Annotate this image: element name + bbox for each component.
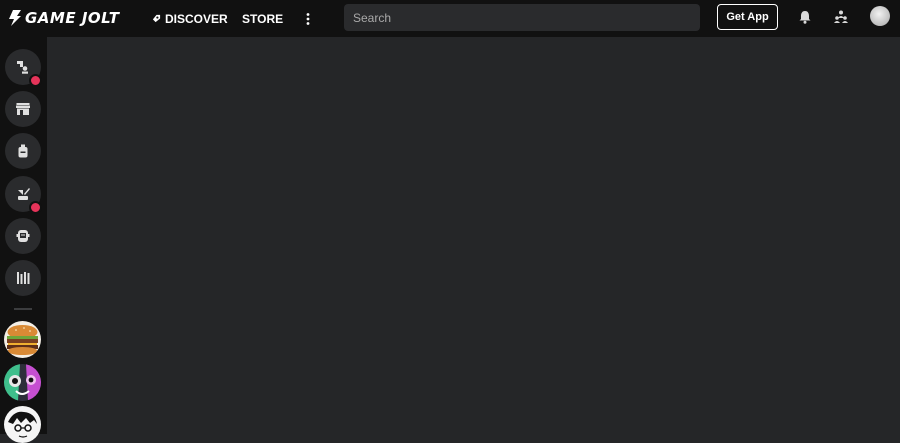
friends-icon[interactable] — [833, 9, 849, 25]
activity-icon — [17, 61, 28, 74]
get-app-button[interactable]: Get App — [717, 4, 778, 30]
chat-icon — [16, 230, 30, 242]
notification-dot — [29, 201, 42, 214]
nav-discover[interactable]: DISCOVER — [152, 0, 228, 37]
nav-store[interactable]: STORE — [242, 0, 283, 37]
burger-community-icon — [4, 321, 41, 358]
nav-discover-label: DISCOVER — [165, 11, 228, 26]
bolt-icon — [9, 10, 21, 26]
community-character[interactable] — [4, 364, 41, 401]
notification-dot — [29, 74, 42, 87]
sidebar — [0, 37, 47, 443]
sketch-community-icon — [4, 406, 41, 443]
more-vertical-icon — [306, 12, 310, 25]
sidebar-item-backpack[interactable] — [5, 133, 41, 169]
main-content — [47, 37, 900, 434]
search-input[interactable] — [344, 4, 700, 31]
character-community-icon — [4, 364, 41, 401]
library-icon — [17, 272, 30, 284]
top-navigation-bar: GAME JOLT DISCOVER STORE Get App — [0, 0, 900, 37]
game-jolt-logo[interactable]: GAME JOLT — [8, 9, 119, 27]
community-burger[interactable] — [4, 321, 41, 358]
user-avatar[interactable] — [870, 6, 890, 26]
sidebar-item-store[interactable] — [5, 91, 41, 127]
logo-text: GAME JOLT — [25, 9, 120, 27]
community-sketch[interactable] — [4, 406, 41, 443]
creator-icon — [18, 188, 30, 200]
rocket-icon — [152, 14, 161, 23]
sidebar-item-chat[interactable] — [5, 218, 41, 254]
sidebar-item-library[interactable] — [5, 260, 41, 296]
more-menu-button[interactable] — [303, 0, 313, 37]
backpack-icon — [18, 144, 28, 158]
store-icon — [16, 103, 30, 115]
bell-icon[interactable] — [797, 9, 813, 25]
sidebar-divider — [14, 308, 32, 310]
nav-store-label: STORE — [242, 11, 284, 26]
